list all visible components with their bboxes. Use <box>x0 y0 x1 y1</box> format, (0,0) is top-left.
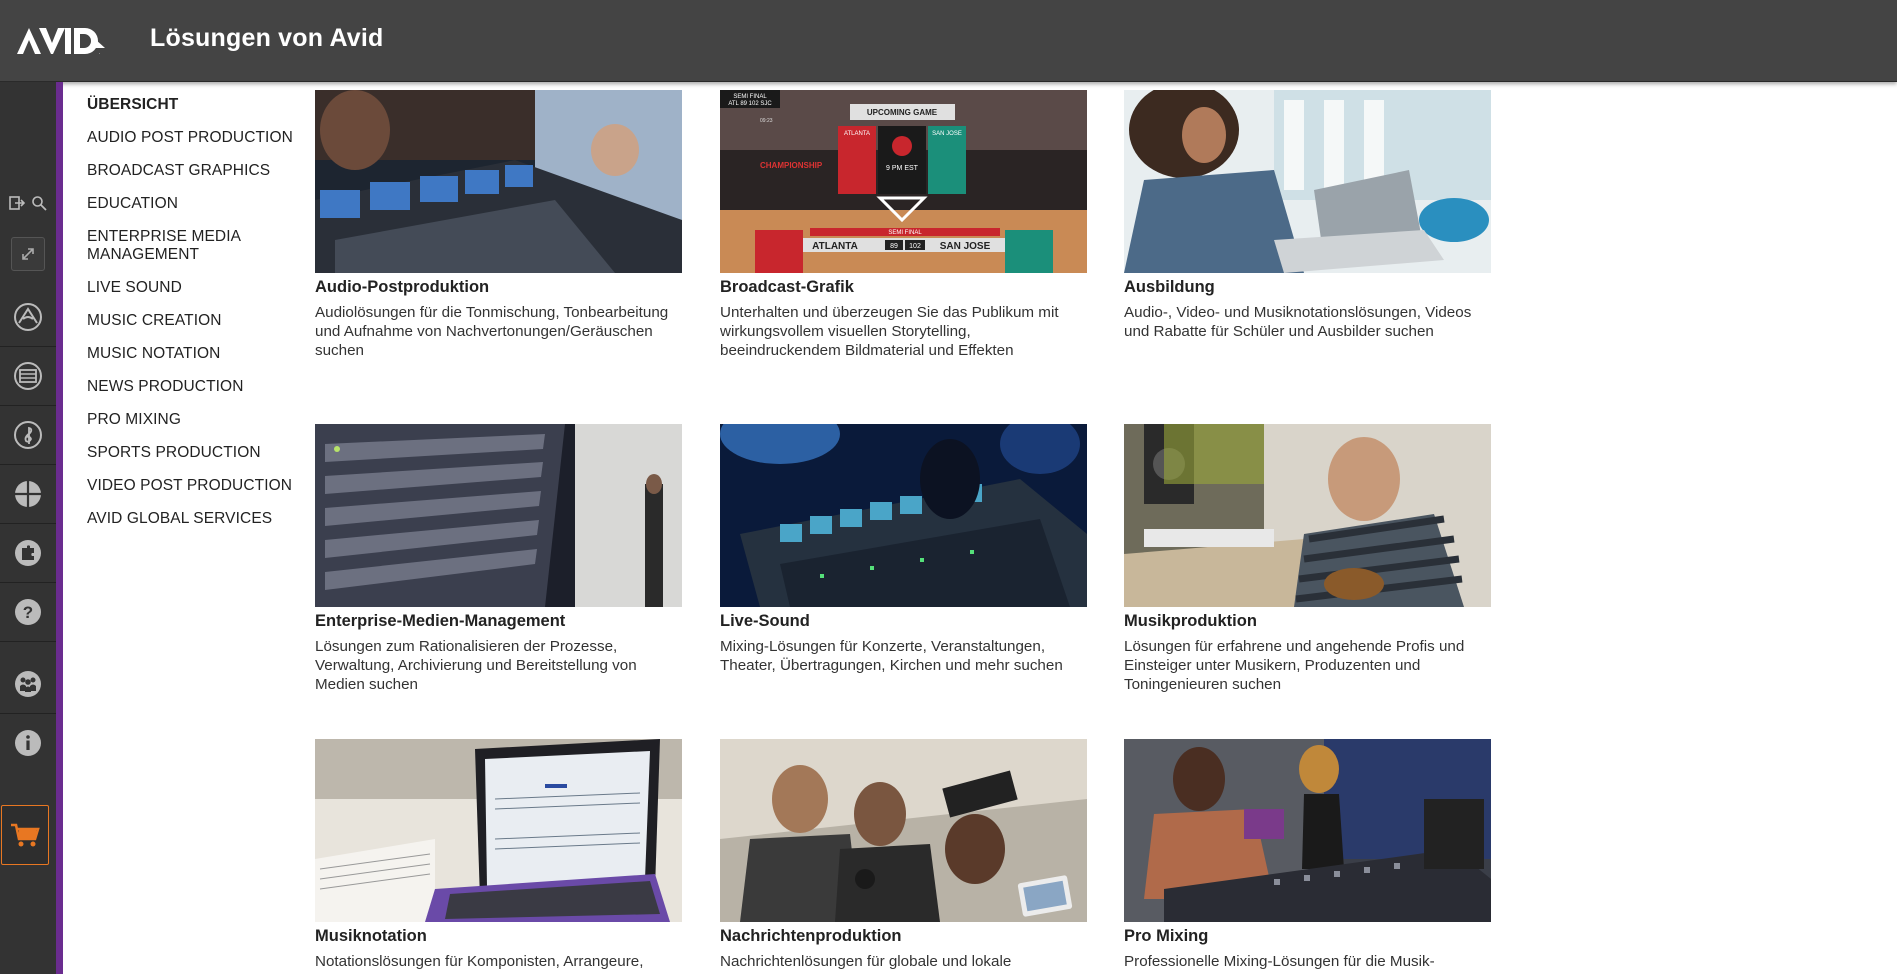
rail-item-community[interactable] <box>0 655 56 714</box>
nav-item-education[interactable]: EDUCATION <box>87 195 302 213</box>
graphic-time-small: 09:23 <box>760 118 773 124</box>
card-description: Mixing-Lösungen für Konzerte, Veranstalt… <box>720 638 1063 674</box>
rail-item-info[interactable] <box>0 714 56 772</box>
card-description: Professionelle Mixing-Lösungen für die M… <box>1124 953 1435 970</box>
svg-text:?: ? <box>23 603 33 622</box>
film-icon <box>14 362 42 390</box>
card-title[interactable]: Nachrichtenproduktion <box>720 926 1087 946</box>
card-image-education[interactable] <box>1124 90 1491 273</box>
card-title[interactable]: Pro Mixing <box>1124 926 1491 946</box>
card-image-broadcast-graphics[interactable]: SEMI FINAL ATL 89 102 SJC 09:23 UPCOMING… <box>720 90 1087 273</box>
card-ausbildung[interactable]: Ausbildung Audio-, Video- und Musiknotat… <box>1124 90 1491 341</box>
rail-tools <box>0 190 56 216</box>
rail-item-music[interactable] <box>0 406 56 465</box>
expand-button[interactable] <box>11 237 45 271</box>
graphic-team-left: ATLANTA <box>844 131 870 137</box>
svg-text:.: . <box>99 50 100 55</box>
rail-item-global[interactable] <box>0 465 56 524</box>
solutions-nav: ÜBERSICHT AUDIO POST PRODUCTION BROADCAS… <box>87 96 302 543</box>
rail-item-video[interactable] <box>0 347 56 406</box>
card-description: Notationslösungen für Komponisten, Arran… <box>315 953 644 970</box>
top-header: . Lösungen von Avid <box>0 0 1897 82</box>
nav-item-broadcast-graphics[interactable]: BROADCAST GRAPHICS <box>87 162 302 180</box>
graphic-banner: CHAMPIONSHIP <box>760 161 823 170</box>
card-image-music-notation[interactable] <box>315 739 682 922</box>
card-nachrichtenproduktion[interactable]: Nachrichtenproduktion Nachrichtenlösunge… <box>720 739 1087 971</box>
card-image-pro-mixing[interactable] <box>1124 739 1491 922</box>
help-icon: ? <box>15 599 41 625</box>
nav-item-live-sound[interactable]: LIVE SOUND <box>87 279 302 297</box>
nav-item-news-production[interactable]: NEWS PRODUCTION <box>87 378 302 396</box>
treble-clef-icon <box>14 421 42 449</box>
nav-item-video-post-production[interactable]: VIDEO POST PRODUCTION <box>87 477 302 495</box>
graphic-score-b: 102 <box>909 243 921 250</box>
graphic-bottom-right: SAN JOSE <box>940 241 991 252</box>
globe-grid-icon <box>15 481 41 507</box>
graphic-score-a: 89 <box>890 243 898 250</box>
graphic-game-time: 9 PM EST <box>886 165 919 172</box>
nav-item-music-creation[interactable]: MUSIC CREATION <box>87 312 302 330</box>
avid-swoosh-icon <box>14 303 42 331</box>
card-enterprise-medien-management[interactable]: Enterprise-Medien-Management Lösungen zu… <box>315 424 682 694</box>
nav-item-music-notation[interactable]: MUSIC NOTATION <box>87 345 302 363</box>
card-broadcast-grafik[interactable]: SEMI FINAL ATL 89 102 SJC 09:23 UPCOMING… <box>720 90 1087 360</box>
card-title[interactable]: Broadcast-Grafik <box>720 277 1087 297</box>
card-pro-mixing[interactable]: Pro Mixing Professionelle Mixing-Lösunge… <box>1124 739 1491 971</box>
card-image-music-creation[interactable] <box>1124 424 1491 607</box>
card-description: Lösungen zum Rationalisieren der Prozess… <box>315 638 637 693</box>
graphic-score-small: ATL 89 102 SJC <box>728 101 772 107</box>
info-icon <box>15 730 41 756</box>
card-image-enterprise-media[interactable] <box>315 424 682 607</box>
nav-item-avid-global-services[interactable]: AVID GLOBAL SERVICES <box>87 510 302 528</box>
graphic-team-right: SAN JOSE <box>932 131 962 137</box>
nav-item-overview[interactable]: ÜBERSICHT <box>87 96 302 114</box>
card-description: Audio-, Video- und Musiknotationslösunge… <box>1124 304 1472 340</box>
cart-icon <box>11 823 40 847</box>
card-description: Unterhalten und überzeugen Sie das Publi… <box>720 304 1059 359</box>
card-musiknotation[interactable]: Musiknotation Notationslösungen für Komp… <box>315 739 682 971</box>
puzzle-icon <box>15 540 41 566</box>
cart-button[interactable] <box>1 805 49 865</box>
rail-item-help[interactable]: ? <box>0 583 56 642</box>
card-image-live-sound[interactable] <box>720 424 1087 607</box>
search-icon[interactable] <box>31 195 47 211</box>
nav-item-enterprise-media-management[interactable]: ENTERPRISE MEDIA MANAGEMENT <box>87 228 257 264</box>
nav-item-sports-production[interactable]: SPORTS PRODUCTION <box>87 444 302 462</box>
card-title[interactable]: Ausbildung <box>1124 277 1491 297</box>
card-musikproduktion[interactable]: Musikproduktion Lösungen für erfahrene u… <box>1124 424 1491 694</box>
card-live-sound[interactable]: Live-Sound Mixing-Lösungen für Konzerte,… <box>720 424 1087 675</box>
card-title[interactable]: Musikproduktion <box>1124 611 1491 631</box>
nav-item-audio-post-production[interactable]: AUDIO POST PRODUCTION <box>87 129 302 147</box>
card-audio-postproduktion[interactable]: Audio-Postproduktion Audiolösungen für d… <box>315 90 682 360</box>
card-title[interactable]: Musiknotation <box>315 926 682 946</box>
community-icon <box>15 671 41 697</box>
card-description: Audiolösungen für die Tonmischung, Tonbe… <box>315 304 669 359</box>
avid-logo[interactable]: . <box>17 27 105 55</box>
exit-icon[interactable] <box>9 195 25 211</box>
rail-accent-bar <box>56 82 63 974</box>
card-description: Lösungen für erfahrene und angehende Pro… <box>1124 638 1465 693</box>
graphic-bottom-left: ATLANTA <box>812 241 858 252</box>
expand-icon <box>22 248 34 260</box>
rail-item-avid[interactable] <box>0 288 56 347</box>
card-title[interactable]: Enterprise-Medien-Management <box>315 611 682 631</box>
graphic-upcoming: UPCOMING GAME <box>867 108 938 117</box>
graphic-bottom-label: SEMI FINAL <box>888 230 922 236</box>
page-title: Lösungen von Avid <box>150 24 384 52</box>
card-image-news-production[interactable] <box>720 739 1087 922</box>
card-image-audio-post[interactable] <box>315 90 682 273</box>
rail-item-integrations[interactable] <box>0 524 56 583</box>
graphic-top-left: SEMI FINAL <box>733 94 767 100</box>
nav-item-pro-mixing[interactable]: PRO MIXING <box>87 411 302 429</box>
card-description: Nachrichtenlösungen für globale und loka… <box>720 953 1012 970</box>
card-title[interactable]: Audio-Postproduktion <box>315 277 682 297</box>
card-title[interactable]: Live-Sound <box>720 611 1087 631</box>
